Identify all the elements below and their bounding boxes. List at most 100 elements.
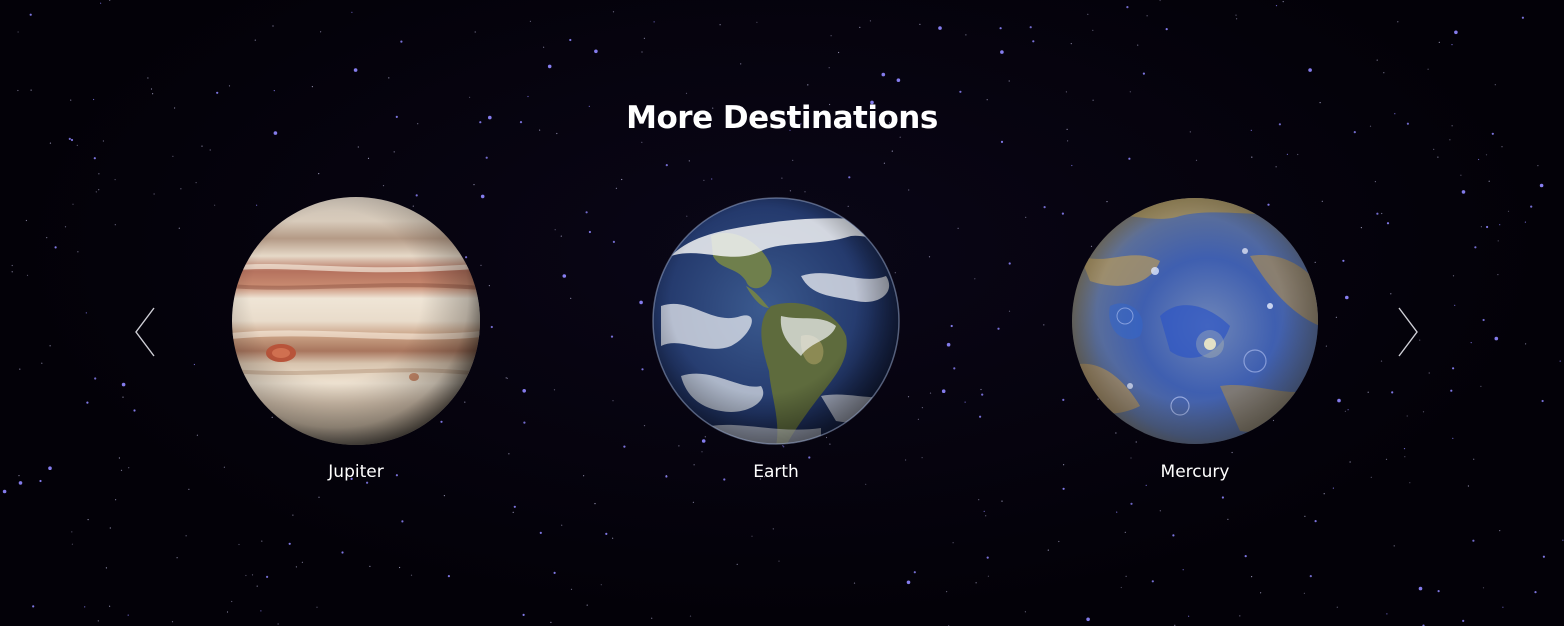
destination-card-earth[interactable]: Earth	[626, 196, 926, 496]
star-dot	[1397, 21, 1399, 23]
star-dot	[554, 229, 556, 231]
star-dot	[979, 415, 982, 418]
destination-label: Mercury	[1160, 462, 1230, 482]
star-dot	[1418, 586, 1423, 591]
star-dot	[266, 575, 269, 579]
star-dot	[1025, 216, 1027, 218]
star-dot	[261, 540, 263, 542]
star-dot	[18, 481, 23, 485]
star-dot	[983, 510, 985, 512]
star-dot	[736, 563, 738, 566]
destinations-section: More Destinations Jupiter Earth Mercury	[0, 0, 1564, 626]
star-dot	[1086, 617, 1090, 622]
star-dot	[1336, 606, 1338, 608]
star-dot	[848, 176, 851, 179]
star-dot	[1534, 591, 1537, 594]
star-dot	[1092, 29, 1094, 31]
star-dot	[612, 240, 616, 243]
star-dot	[665, 164, 668, 167]
star-dot	[1349, 461, 1351, 463]
star-dot	[1058, 540, 1060, 543]
star-dot	[48, 466, 52, 471]
star-dot	[1437, 156, 1439, 158]
star-dot	[11, 264, 13, 267]
star-dot	[539, 531, 542, 535]
star-dot	[1541, 399, 1544, 403]
star-dot	[388, 77, 390, 79]
destination-label: Earth	[753, 462, 799, 482]
star-dot	[1452, 367, 1455, 370]
star-dot	[1303, 592, 1305, 594]
star-dot	[957, 227, 959, 229]
star-dot	[1236, 18, 1238, 20]
star-dot	[953, 367, 956, 370]
star-dot	[1376, 212, 1379, 215]
star-dot	[508, 453, 510, 455]
star-dot	[105, 567, 107, 569]
star-dot	[594, 49, 598, 54]
star-dot	[605, 532, 608, 536]
star-dot	[318, 173, 320, 175]
star-dot	[527, 95, 529, 98]
star-dot	[553, 389, 556, 391]
star-dot	[188, 488, 190, 490]
star-dot	[600, 584, 602, 586]
star-dot	[1345, 295, 1349, 300]
destination-card-mercury[interactable]: Mercury	[1045, 196, 1345, 496]
star-dot	[301, 561, 303, 563]
star-dot	[1472, 539, 1475, 542]
star-dot	[17, 89, 19, 92]
star-dot	[641, 141, 643, 143]
star-dot	[114, 179, 116, 181]
star-dot	[1282, 1, 1284, 3]
star-dot	[147, 77, 149, 79]
star-dot	[11, 271, 13, 273]
star-dot	[506, 377, 508, 379]
star-dot	[39, 479, 42, 483]
star-dot	[1499, 224, 1501, 226]
star-dot	[118, 457, 120, 459]
star-dot	[473, 184, 475, 186]
star-dot	[109, 605, 111, 607]
carousel-prev-button[interactable]	[133, 306, 159, 358]
star-dot	[316, 606, 318, 608]
star-dot	[341, 551, 344, 554]
star-dot	[109, 527, 111, 529]
star-dot	[76, 144, 78, 146]
star-dot	[585, 211, 588, 214]
star-dot	[178, 227, 180, 229]
star-dot	[756, 21, 758, 23]
star-dot	[1071, 164, 1073, 167]
star-dot	[46, 237, 48, 239]
star-dot	[689, 615, 692, 617]
star-dot	[522, 389, 526, 393]
carousel-next-button[interactable]	[1394, 306, 1420, 358]
star-dot	[97, 620, 99, 622]
star-dot	[553, 571, 556, 575]
star-dot	[485, 156, 488, 159]
star-dot	[1427, 68, 1429, 70]
star-dot	[193, 363, 195, 366]
star-dot	[1304, 515, 1306, 517]
star-dot	[1497, 240, 1499, 242]
star-dot	[1449, 139, 1451, 141]
star-dot	[946, 591, 948, 593]
star-dot	[830, 35, 832, 37]
star-dot	[295, 566, 297, 568]
star-dot	[938, 26, 942, 30]
star-dot	[357, 146, 359, 148]
star-dot	[98, 173, 100, 175]
star-dot	[997, 327, 1000, 330]
destination-card-jupiter[interactable]: Jupiter	[206, 196, 506, 496]
star-dot	[1451, 44, 1453, 46]
star-dot	[351, 11, 353, 13]
star-dot	[185, 535, 187, 537]
star-dot	[68, 137, 71, 140]
star-dot	[1165, 28, 1168, 31]
star-dot	[1159, 0, 1161, 2]
star-dot	[653, 21, 655, 23]
star-dot	[1404, 456, 1406, 458]
star-dot	[913, 571, 916, 574]
star-dot	[1422, 411, 1425, 413]
star-dot	[952, 542, 954, 544]
